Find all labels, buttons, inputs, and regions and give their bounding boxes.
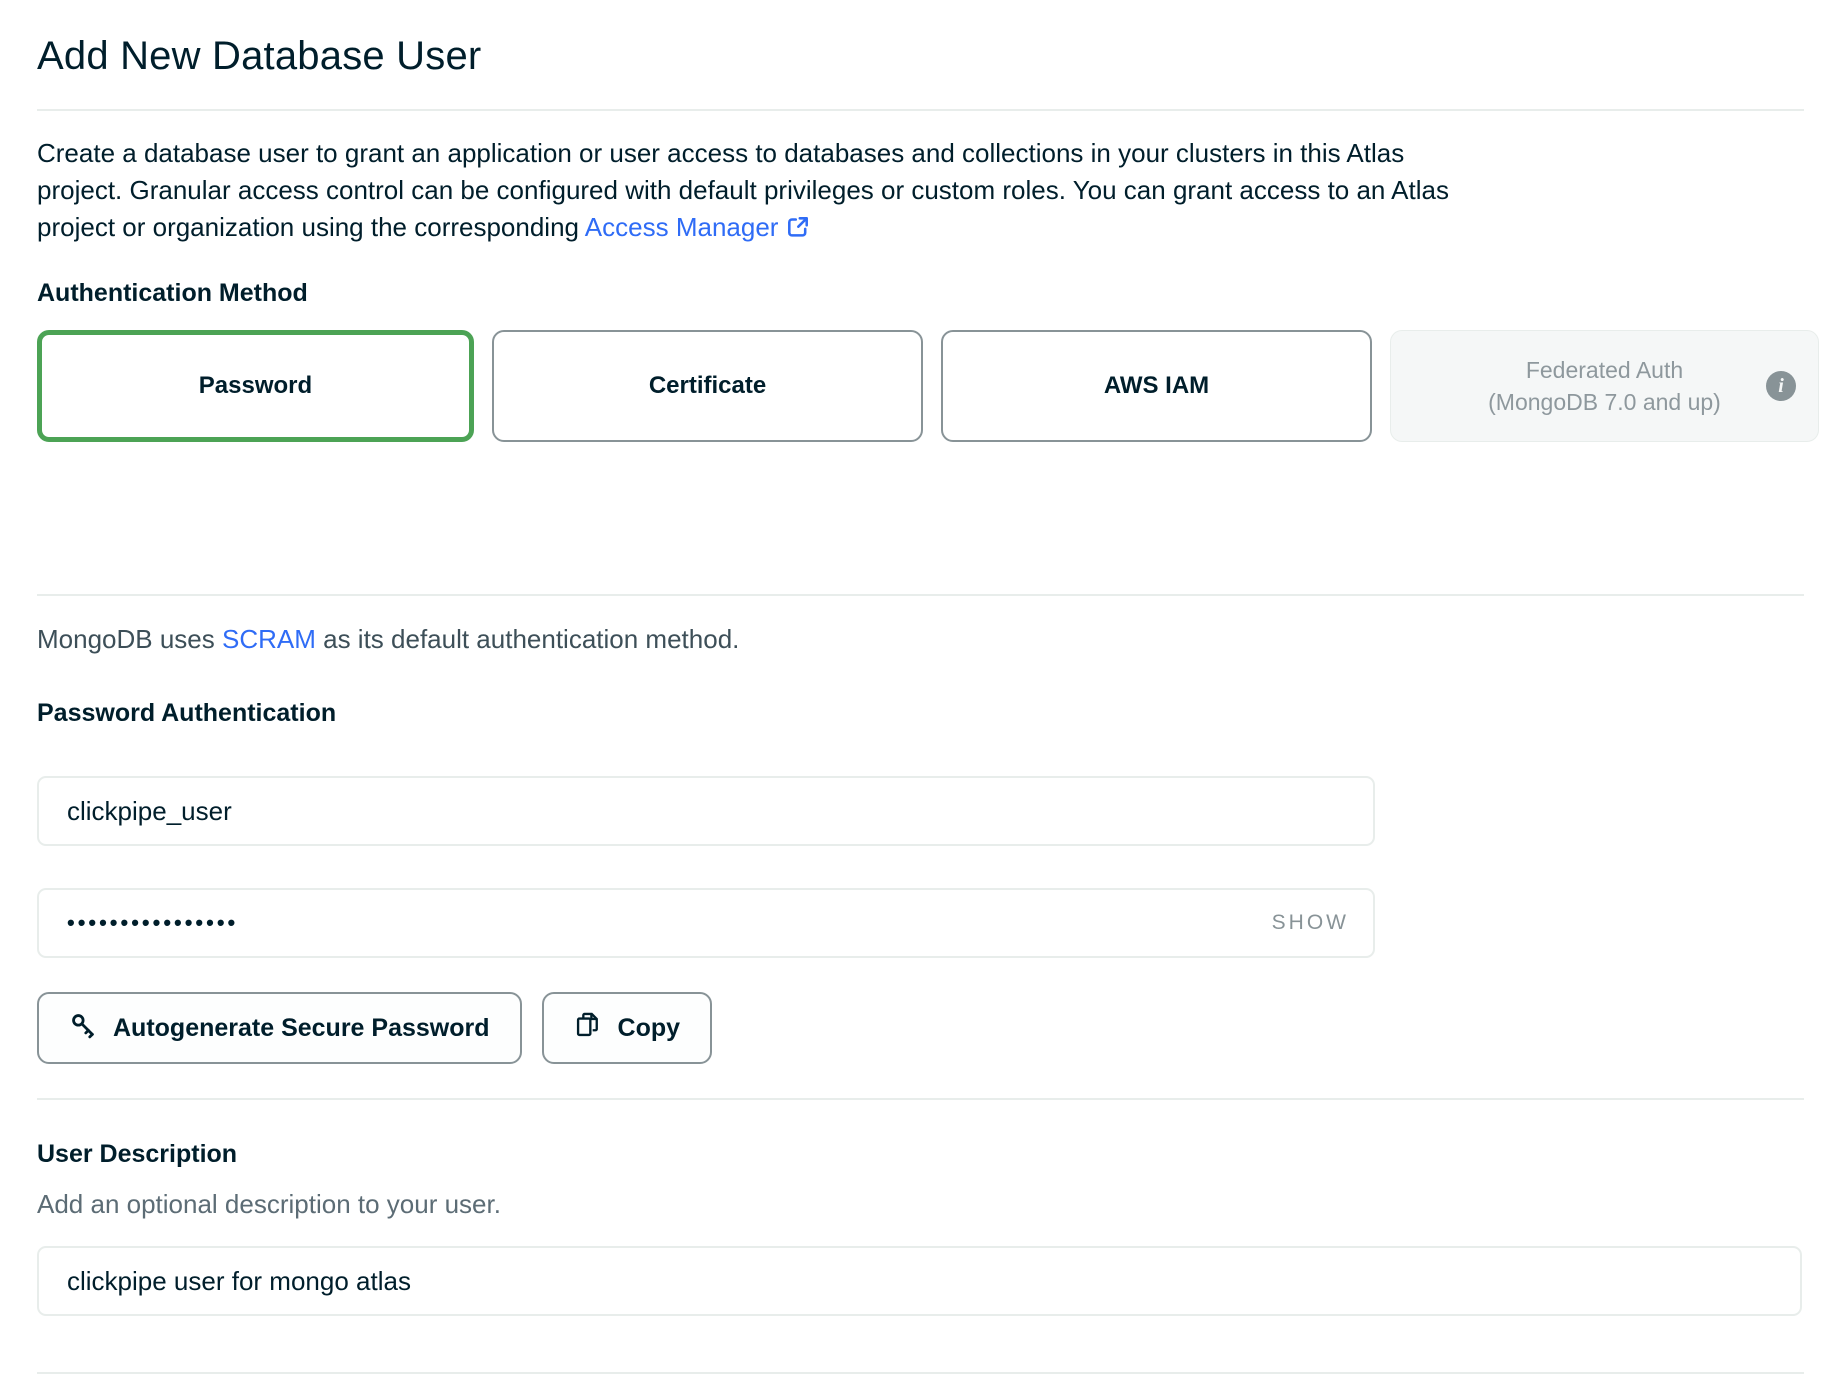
external-link-icon [786,212,810,249]
password-actions: Autogenerate Secure Password Copy [37,992,1804,1064]
page-title: Add New Database User [37,34,1804,79]
show-password-toggle[interactable]: SHOW [1262,911,1349,935]
section-divider-description [37,1098,1804,1100]
authentication-method-options: Password Certificate AWS IAM Federated A… [37,330,1819,442]
info-icon[interactable]: i [1766,371,1796,401]
title-divider [37,109,1804,111]
key-icon [69,1011,97,1046]
auth-option-password[interactable]: Password [37,330,474,442]
intro-line-3-text: project or organization using the corres… [37,212,585,242]
federated-auth-line-2: (MongoDB 7.0 and up) [1488,386,1721,418]
scram-note-prefix: MongoDB uses [37,624,222,654]
section-divider-auth [37,594,1804,596]
username-input[interactable] [37,776,1375,846]
auth-option-federated-auth: Federated Auth (MongoDB 7.0 and up) i [1390,330,1819,442]
add-database-user-form: Add New Database User Create a database … [0,0,1846,1374]
auth-option-password-label: Password [199,372,312,400]
intro-line-1: Create a database user to grant an appli… [37,135,1804,172]
user-description-input[interactable] [37,1246,1802,1316]
federated-auth-line-1: Federated Auth [1488,354,1721,386]
auth-option-certificate-label: Certificate [649,372,766,400]
auth-option-federated-auth-label: Federated Auth (MongoDB 7.0 and up) [1488,354,1721,418]
autogenerate-password-button[interactable]: Autogenerate Secure Password [37,992,522,1064]
autogenerate-password-label: Autogenerate Secure Password [113,1014,490,1043]
password-input[interactable] [37,888,1375,958]
auth-option-aws-iam-label: AWS IAM [1104,372,1209,400]
scram-note: MongoDB uses SCRAM as its default authen… [37,624,1804,655]
auth-option-certificate[interactable]: Certificate [492,330,923,442]
copy-password-button[interactable]: Copy [542,992,713,1064]
spacer [37,442,1804,594]
password-field-wrapper: SHOW [37,888,1375,958]
password-authentication-title: Password Authentication [37,699,1804,728]
intro-line-2: project. Granular access control can be … [37,172,1804,209]
authentication-method-label: Authentication Method [37,279,1804,308]
user-description-title: User Description [37,1140,1804,1169]
intro-paragraph: Create a database user to grant an appli… [37,135,1804,249]
intro-line-3: project or organization using the corres… [37,209,1804,249]
scram-link[interactable]: SCRAM [222,624,316,654]
scram-note-suffix: as its default authentication method. [316,624,740,654]
copy-icon [574,1011,602,1046]
copy-button-label: Copy [618,1014,681,1043]
user-description-hint: Add an optional description to your user… [37,1189,1804,1220]
auth-option-aws-iam[interactable]: AWS IAM [941,330,1372,442]
access-manager-link[interactable]: Access Manager [585,212,779,242]
